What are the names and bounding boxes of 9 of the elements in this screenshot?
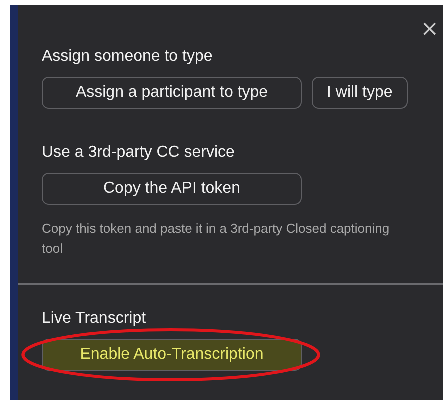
close-button[interactable]: ×: [418, 19, 441, 41]
section-heading: Assign someone to type: [42, 47, 214, 67]
option-button[interactable]: I will type: [312, 77, 408, 109]
option-button[interactable]: Copy the API token: [42, 173, 302, 205]
section-heading: Live Transcript: [42, 309, 148, 329]
option-button[interactable]: Assign a participant to type: [42, 77, 302, 109]
section-heading: Use a 3rd-party CC service: [42, 143, 236, 163]
option-button[interactable]: Enable Auto-Transcription: [42, 339, 302, 371]
description-text: Copy this token and paste it in a 3rd-party Closed captioning tool: [42, 220, 391, 258]
